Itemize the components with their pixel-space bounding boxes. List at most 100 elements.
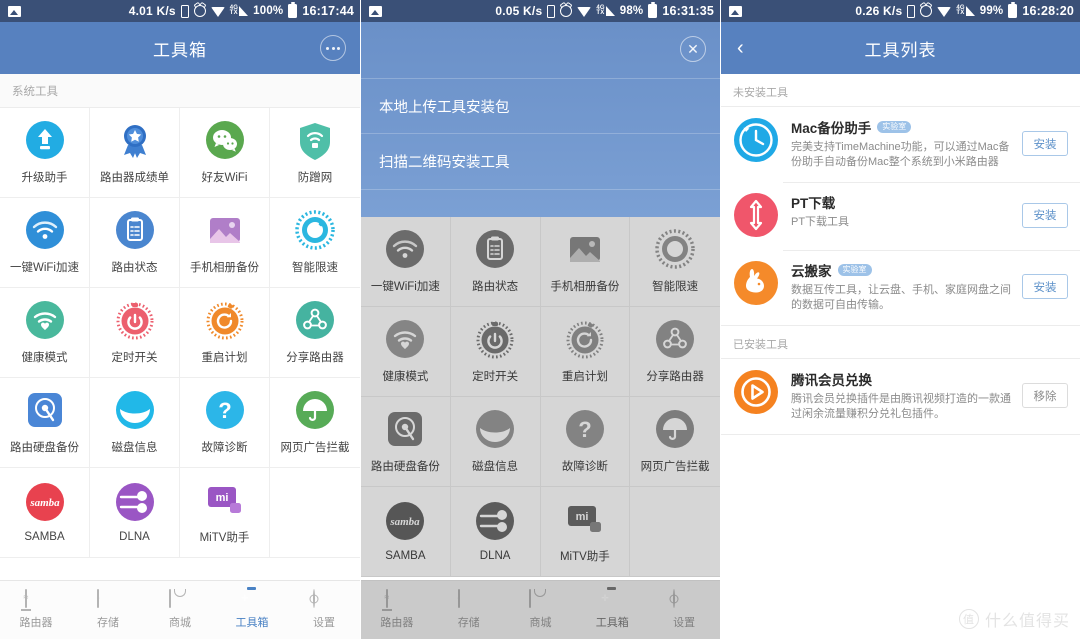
tool-list-row[interactable]: PT下载 PT下载工具 安装 bbox=[721, 182, 1080, 250]
tool-cell-diagnostics[interactable]: ? 故障诊断 bbox=[180, 378, 270, 468]
app-header: ‹ 工具列表 bbox=[721, 22, 1080, 74]
tool-cell-ad-block: 网页广告拦截 bbox=[630, 397, 720, 487]
tool-list-row[interactable]: Mac备份助手 实验室 完美支持TimeMachine功能，可以通过Mac备份助… bbox=[721, 107, 1080, 182]
tool-label: 定时开关 bbox=[111, 352, 158, 364]
install-button[interactable]: 安装 bbox=[1022, 131, 1068, 156]
tool-cell-samba: samba SAMBA bbox=[361, 487, 451, 577]
watermark: 值 什么值得买 bbox=[958, 607, 1070, 631]
anti-leech-shield-icon bbox=[295, 120, 335, 160]
battery-percent: 98% bbox=[619, 5, 644, 17]
dlna-icon bbox=[475, 501, 515, 541]
sim-card-icon bbox=[907, 4, 916, 18]
tool-cell-router-status[interactable]: 路由状态 bbox=[90, 198, 180, 288]
tool-cell-reboot-plan[interactable]: 重启计划 bbox=[180, 288, 270, 378]
more-options-icon[interactable] bbox=[320, 35, 346, 61]
tool-cell-dlna[interactable]: DLNA bbox=[90, 468, 180, 558]
nav-item-store[interactable]: 商城 bbox=[144, 589, 216, 630]
tool-cell-health-mode[interactable]: 健康模式 bbox=[0, 288, 90, 378]
tool-label: 手机相册备份 bbox=[190, 262, 259, 274]
chevron-left-icon[interactable]: ‹ bbox=[737, 38, 744, 58]
tool-info: 云搬家 实验室 数据互传工具，让云盘、手机、家庭网盘之间的数据可自由传输。 bbox=[791, 260, 1022, 313]
tool-cell-router-status: 路由状态 bbox=[450, 217, 541, 307]
tool-cell-disk-info[interactable]: 磁盘信息 bbox=[90, 378, 180, 468]
tool-label: 路由状态 bbox=[111, 262, 158, 274]
tool-label: 手机相册备份 bbox=[550, 281, 620, 293]
nav-item-router[interactable]: ≈ 路由器 bbox=[0, 589, 72, 630]
tool-label: 网页广告拦截 bbox=[640, 461, 710, 473]
panel-toolbox-menu-open: 0.05 K/s 4G TX 98% 16:31:35 一键WiFi加速 路由状… bbox=[360, 0, 720, 639]
disk-backup-icon bbox=[25, 390, 65, 430]
reboot-plan-icon bbox=[565, 319, 605, 359]
tool-cell-ad-block[interactable]: 网页广告拦截 bbox=[270, 378, 360, 468]
remove-button[interactable]: 移除 bbox=[1022, 383, 1068, 408]
tool-list-row[interactable]: 云搬家 实验室 数据互传工具，让云盘、手机、家庭网盘之间的数据可自由传输。 安装 bbox=[721, 250, 1080, 325]
alarm-clock-icon bbox=[193, 5, 206, 17]
install-button[interactable]: 安装 bbox=[1022, 202, 1068, 228]
tool-list-row[interactable]: 腾讯会员兑换 腾讯会员兑换插件是由腾讯视频打造的一款通过闲余流量赚积分兑礼包插件… bbox=[721, 359, 1080, 434]
tool-cell-photo-backup[interactable]: 手机相册备份 bbox=[180, 198, 270, 288]
bottom-nav: ≈ 路由器 ↓ 存储 商城 ✛ 工具箱 设置 bbox=[361, 580, 720, 639]
tool-cell-share-router[interactable]: 分享路由器 bbox=[270, 288, 360, 378]
tool-cell-speed-limit[interactable]: 智能限速 bbox=[270, 198, 360, 288]
nav-label: 路由器 bbox=[19, 617, 53, 629]
tool-cell-samba[interactable]: samba SAMBA bbox=[0, 468, 90, 558]
tool-cell-anti-leech[interactable]: 防蹭网 bbox=[270, 108, 360, 198]
tool-cell-wifi-boost[interactable]: 一键WiFi加速 bbox=[0, 198, 90, 288]
tool-cell-mitv[interactable]: mi MiTV助手 bbox=[180, 468, 270, 558]
photo-backup-icon bbox=[565, 229, 605, 269]
photo-backup-icon bbox=[205, 210, 245, 250]
network-speed: 0.05 K/s bbox=[495, 4, 543, 18]
tool-grid: 升级助手 路由器成绩单 好友WiFi 防蹭网 一键WiFi加速 路由状态 手机相… bbox=[0, 108, 360, 558]
wifi-icon bbox=[210, 7, 225, 17]
tool-label: 一键WiFi加速 bbox=[10, 262, 79, 274]
tool-cell-disk-backup[interactable]: 路由硬盘备份 bbox=[0, 378, 90, 468]
toolbox-icon: ✛ bbox=[241, 593, 249, 603]
panel-tool-list: 0.26 K/s 4GTX 99% 16:28:20 ‹ 工具列表 未安装工具 bbox=[720, 0, 1080, 639]
tool-label: 故障诊断 bbox=[561, 461, 608, 473]
install-menu-overlay: ✕ 本地上传工具安装包 扫描二维码安装工具 bbox=[361, 22, 720, 217]
cloud-move-rabbit-icon bbox=[733, 260, 779, 306]
tool-cell-friend-wifi[interactable]: 好友WiFi bbox=[180, 108, 270, 198]
tool-cell-empty bbox=[270, 468, 360, 558]
diagnostics-icon: ? bbox=[565, 409, 605, 449]
nav-label: 工具箱 bbox=[595, 617, 629, 629]
health-mode-icon bbox=[385, 319, 425, 359]
watermark-text: 什么值得买 bbox=[984, 613, 1070, 630]
tool-cell-reboot-plan: 重启计划 bbox=[540, 307, 631, 397]
nav-label: 存储 bbox=[457, 617, 480, 629]
nav-label: 存储 bbox=[97, 617, 119, 629]
tool-cell-mitv: mi MiTV助手 bbox=[540, 487, 631, 577]
battery-icon bbox=[1008, 2, 1018, 18]
nav-label: 设置 bbox=[313, 617, 335, 629]
samba-icon: samba bbox=[25, 482, 65, 522]
tool-description: 数据互传工具，让云盘、手机、家庭网盘之间的数据可自由传输。 bbox=[791, 284, 1011, 311]
image-icon bbox=[729, 5, 742, 17]
disk-info-icon bbox=[475, 409, 515, 449]
tool-info: 腾讯会员兑换 腾讯会员兑换插件是由腾讯视频打造的一款通过闲余流量赚积分兑礼包插件… bbox=[791, 369, 1022, 422]
tool-label: 分享路由器 bbox=[646, 371, 704, 383]
tool-cell-speed-limit: 智能限速 bbox=[630, 217, 720, 307]
close-icon[interactable]: ✕ bbox=[680, 36, 706, 62]
nav-item-toolbox[interactable]: ✛ 工具箱 bbox=[216, 590, 288, 630]
image-icon bbox=[369, 5, 382, 17]
tool-cell-share-router: 分享路由器 bbox=[630, 307, 720, 397]
tool-title: PT下载 bbox=[791, 196, 836, 211]
tool-cell-timer-switch[interactable]: 定时开关 bbox=[90, 288, 180, 378]
nav-item-storage: ↓ 存储 bbox=[433, 589, 505, 630]
samba-icon: samba bbox=[385, 501, 425, 541]
install-button[interactable]: 安装 bbox=[1022, 274, 1068, 299]
nav-item-storage[interactable]: ↓ 存储 bbox=[72, 589, 144, 630]
tool-title: 腾讯会员兑换 bbox=[791, 373, 872, 388]
tool-cell-router-report[interactable]: 路由器成绩单 bbox=[90, 108, 180, 198]
disk-backup-icon bbox=[385, 409, 425, 449]
tool-title: Mac备份助手 bbox=[791, 121, 872, 136]
image-icon bbox=[8, 5, 21, 17]
tool-label: 故障诊断 bbox=[201, 442, 248, 454]
pt-download-arrows-icon bbox=[733, 192, 779, 238]
tool-cell-disk-backup: 路由硬盘备份 bbox=[361, 397, 451, 487]
menu-item-local-upload[interactable]: 本地上传工具安装包 bbox=[361, 78, 720, 134]
menu-item-scan-qr[interactable]: 扫描二维码安装工具 bbox=[361, 134, 720, 190]
friend-wifi-icon bbox=[205, 120, 245, 160]
tool-cell-upgrade-assistant[interactable]: 升级助手 bbox=[0, 108, 90, 198]
nav-item-settings[interactable]: 设置 bbox=[288, 589, 360, 630]
